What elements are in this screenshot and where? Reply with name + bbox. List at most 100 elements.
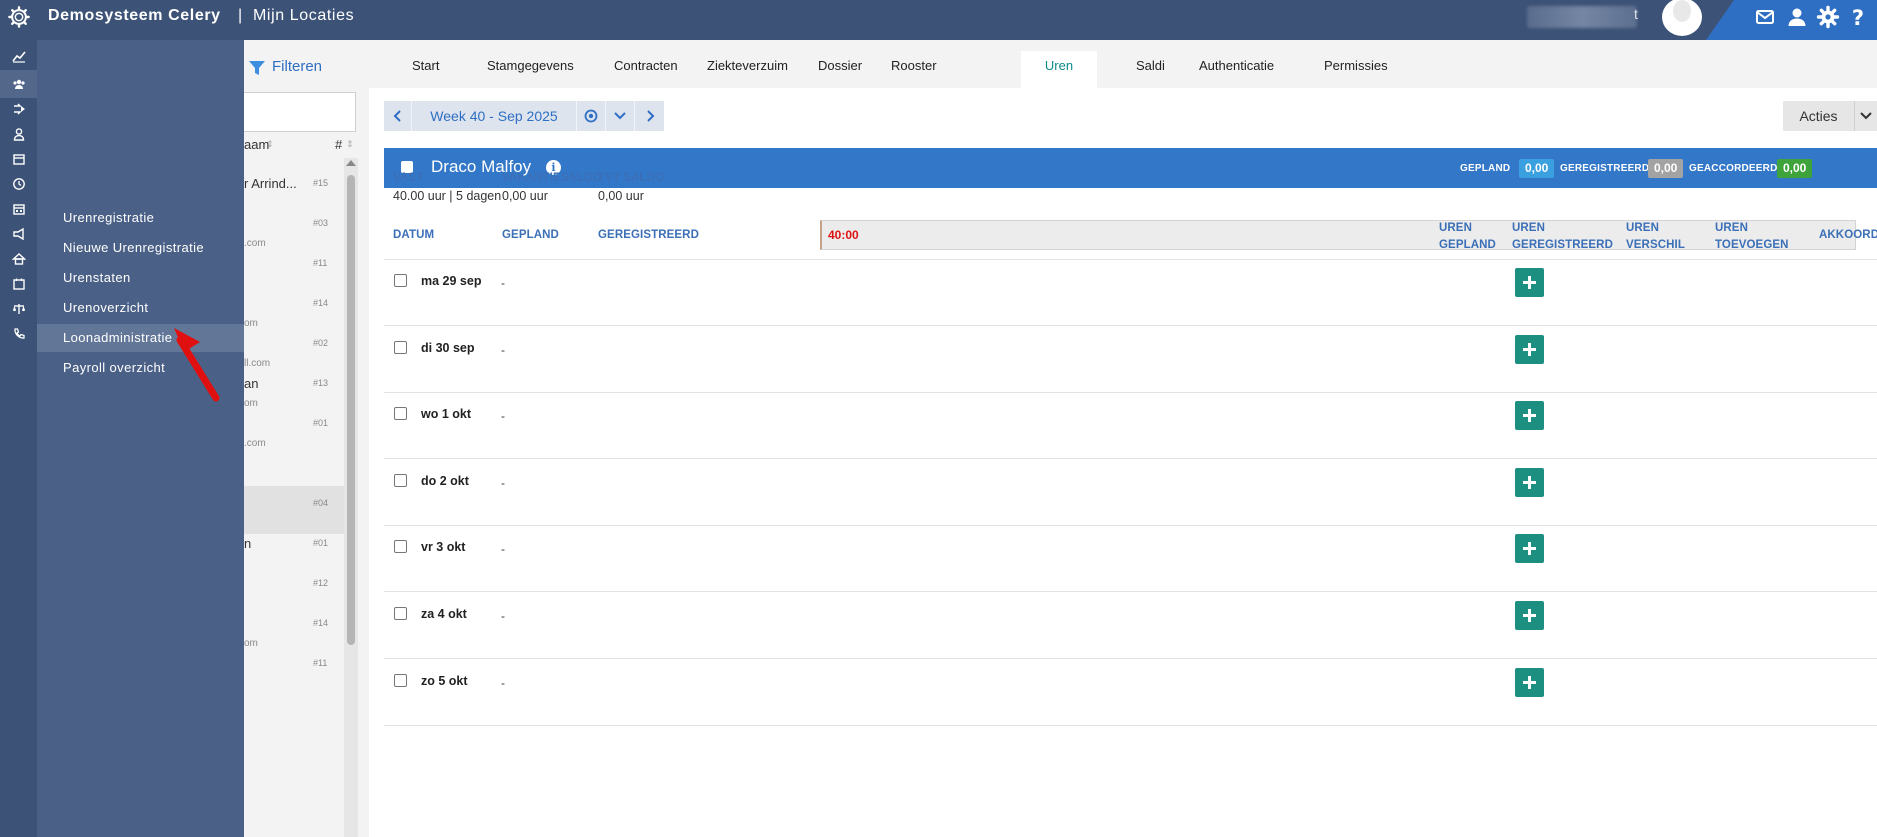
share-arrow-icon bbox=[13, 103, 25, 115]
rail-home[interactable] bbox=[0, 245, 37, 273]
rail-calendar[interactable] bbox=[0, 195, 37, 223]
submenu-urenstaten[interactable]: Urenstaten bbox=[37, 264, 244, 292]
rail-hours[interactable] bbox=[0, 170, 37, 198]
employee-row-number: #03 bbox=[313, 218, 329, 228]
red-arrow-cursor-icon bbox=[174, 328, 220, 402]
col-uren-verschil-1: UREN bbox=[1626, 222, 1659, 234]
day-checkbox[interactable] bbox=[394, 607, 407, 620]
tab-saldi[interactable]: Saldi bbox=[1120, 51, 1181, 88]
prev-week-button[interactable] bbox=[384, 101, 412, 131]
tab-stamgegevens[interactable]: Stamgegevens bbox=[471, 51, 590, 88]
add-hours-button[interactable] bbox=[1515, 268, 1544, 297]
employee-tabs: Start Stamgegevens Contracten Ziekteverz… bbox=[362, 40, 1877, 88]
tab-uren[interactable]: Uren bbox=[1021, 51, 1097, 88]
chevron-down-icon bbox=[614, 112, 626, 120]
employee-row-number: #04 bbox=[313, 498, 329, 508]
user-icon[interactable] bbox=[1785, 5, 1809, 29]
calendar-icon bbox=[12, 154, 25, 165]
employee-row-number: #11 bbox=[313, 258, 328, 268]
rail-planner[interactable] bbox=[0, 270, 37, 298]
rail-dashboard[interactable] bbox=[0, 42, 37, 70]
mail-icon[interactable] bbox=[1753, 5, 1777, 29]
sort-icon[interactable]: ⇕ bbox=[266, 139, 274, 150]
tab-start[interactable]: Start bbox=[396, 51, 455, 88]
add-hours-button[interactable] bbox=[1515, 601, 1544, 630]
chart-line-icon bbox=[11, 51, 26, 63]
geaccordeerd-label: GEACCORDEERD bbox=[1689, 163, 1778, 174]
week-dropdown-button[interactable] bbox=[606, 101, 635, 131]
actions-chevron-down-icon[interactable] bbox=[1854, 101, 1877, 131]
chevron-right-icon bbox=[646, 110, 654, 122]
submenu-urenoverzicht[interactable]: Urenoverzicht bbox=[37, 294, 244, 322]
employee-list-row[interactable]: #11 bbox=[244, 646, 344, 694]
tab-rooster[interactable]: Rooster bbox=[875, 51, 953, 88]
employee-row-number: #02 bbox=[313, 338, 329, 348]
col-akkoord: AKKOORD bbox=[1819, 229, 1877, 241]
svg-text:?: ? bbox=[1852, 6, 1864, 29]
add-hours-button[interactable] bbox=[1515, 401, 1544, 431]
settings-gear-icon[interactable] bbox=[1816, 5, 1840, 29]
employee-row-email: .com bbox=[244, 438, 266, 449]
day-checkbox[interactable] bbox=[394, 540, 407, 554]
current-week-button[interactable] bbox=[577, 101, 606, 131]
plus-icon bbox=[1523, 475, 1536, 489]
day-gepland-value: - bbox=[501, 609, 505, 623]
tab-permissies[interactable]: Permissies bbox=[1308, 51, 1404, 88]
list-scrollbar-thumb[interactable] bbox=[347, 175, 355, 645]
submenu-urenregistratie[interactable]: Urenregistratie bbox=[37, 204, 244, 232]
plus-icon bbox=[1523, 609, 1536, 622]
tab-dossier[interactable]: Dossier bbox=[802, 51, 878, 88]
plus-icon bbox=[1523, 542, 1536, 556]
day-checkbox[interactable] bbox=[394, 274, 407, 287]
employee-row-number: #14 bbox=[313, 298, 329, 308]
col-geregistreerd: GEREGISTREERD bbox=[598, 229, 699, 241]
day-label: ma 29 sep bbox=[421, 274, 482, 288]
rail-employees[interactable] bbox=[0, 70, 37, 98]
day-checkbox[interactable] bbox=[394, 407, 407, 421]
rail-schedule[interactable] bbox=[0, 145, 37, 173]
help-icon[interactable]: ? bbox=[1846, 5, 1870, 29]
actions-dropdown[interactable]: Acties bbox=[1783, 101, 1877, 131]
tab-authenticatie[interactable]: Authenticatie bbox=[1183, 51, 1290, 88]
day-label: di 30 sep bbox=[421, 340, 475, 355]
week-label[interactable]: Week 40 - Sep 2025 bbox=[412, 101, 577, 131]
employee-search-input[interactable] bbox=[240, 92, 356, 132]
filter-button[interactable]: Filteren bbox=[272, 58, 322, 75]
gepland-label: GEPLAND bbox=[1460, 163, 1511, 174]
employee-list-row[interactable]: .com #01 bbox=[244, 406, 344, 454]
column-header-number[interactable]: # bbox=[335, 137, 342, 152]
plus-icon bbox=[1523, 342, 1536, 356]
day-checkbox[interactable] bbox=[394, 340, 407, 354]
day-gepland-value: - bbox=[501, 409, 505, 424]
add-hours-button[interactable] bbox=[1515, 667, 1544, 697]
add-hours-button[interactable] bbox=[1515, 467, 1544, 497]
rail-announcements[interactable] bbox=[0, 220, 37, 248]
brand-name: Demosysteem Celery bbox=[48, 7, 221, 24]
tab-ziekteverzuim[interactable]: Ziekteverzuim bbox=[691, 51, 804, 88]
rail-person[interactable] bbox=[0, 120, 37, 148]
day-label: za 4 okt bbox=[421, 607, 467, 621]
tvt-saldo-value: 0,00 uur bbox=[598, 189, 644, 203]
submenu-nieuwe-urenregistratie[interactable]: Nieuwe Urenregistratie bbox=[37, 234, 244, 262]
sort-icon[interactable]: ⇕ bbox=[346, 139, 354, 150]
employee-list-panel: Filteren aam ⇕ # ⇕ r Arrind... #15 .com #03… bbox=[240, 40, 362, 837]
add-hours-button[interactable] bbox=[1515, 534, 1544, 564]
day-checkbox[interactable] bbox=[394, 673, 407, 687]
col-uren-toevoegen-2: TOEVOEGEN bbox=[1715, 239, 1789, 251]
tab-contracten[interactable]: Contracten bbox=[598, 51, 694, 88]
rail-phone[interactable] bbox=[0, 320, 37, 348]
day-checkbox[interactable] bbox=[394, 473, 407, 487]
app-logo-gear-icon[interactable] bbox=[8, 6, 30, 28]
rail-routing[interactable] bbox=[0, 95, 37, 123]
avatar[interactable] bbox=[1662, 0, 1702, 36]
employee-row-number: #12 bbox=[313, 578, 329, 588]
filter-funnel-icon[interactable] bbox=[248, 59, 266, 77]
location-context[interactable]: Mijn Locaties bbox=[253, 7, 354, 25]
rail-balance[interactable] bbox=[0, 295, 37, 323]
gepland-badge: 0,00 bbox=[1519, 159, 1555, 178]
vast-label: VAST bbox=[393, 172, 424, 184]
next-week-button[interactable] bbox=[635, 101, 664, 131]
add-hours-button[interactable] bbox=[1515, 334, 1544, 364]
target-icon bbox=[584, 109, 598, 123]
scroll-up-arrow-icon[interactable] bbox=[346, 160, 356, 166]
